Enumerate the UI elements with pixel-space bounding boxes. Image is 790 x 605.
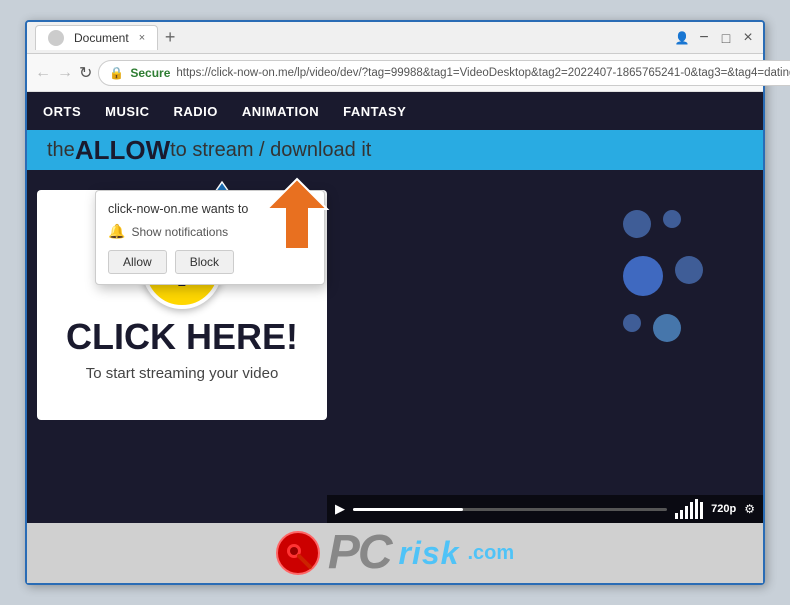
addressbar: ← → ↻ 🔒 Secure https://click-now-on.me/l… [27,54,763,92]
tab-label: Document [74,31,129,45]
user-account-icon[interactable]: 👤 [675,31,689,45]
popup-title: click-now-on.me wants to [108,201,248,217]
vol-bar [675,513,678,519]
com-text: .com [467,542,514,565]
secure-label: Secure [130,66,170,80]
nav-fantasy[interactable]: FANTASY [343,104,406,119]
footer-watermark: PC risk .com [27,523,763,583]
block-btn[interactable]: Block [175,250,234,274]
lock-icon: 🔒 [109,66,124,80]
dot [623,256,663,296]
url-text: https://click-now-on.me/lp/video/dev/?ta… [176,67,790,79]
vol-bar [680,510,683,519]
titlebar: Document × + 👤 − □ × [27,22,763,54]
dot [663,210,681,228]
browser-body: click-now-on.me wants to × 🔔 Show notifi… [27,92,763,583]
video-controls: ▶ 720p ⚙ [327,495,763,523]
minimize-btn[interactable]: − [697,31,711,45]
content-area: ORTS MUSIC RADIO ANIMATION FANTASY the A… [27,92,763,523]
notification-label: Show notifications [131,225,228,239]
address-field[interactable]: 🔒 Secure https://click-now-on.me/lp/vide… [98,60,790,86]
orange-arrow [257,174,337,254]
site-nav: ORTS MUSIC RADIO ANIMATION FANTASY [27,92,763,130]
bell-icon: 🔔 [108,223,125,240]
nav-music[interactable]: MUSIC [105,104,149,119]
pc-text: PC [328,529,391,577]
settings-icon[interactable]: ⚙ [744,502,755,516]
progress-fill [353,508,463,511]
video-dots [623,210,703,342]
video-area: ▶ 720p ⚙ [327,170,763,523]
window-controls: 👤 − □ × [675,31,755,45]
dot [675,256,703,284]
banner-allow-text: ALLOW [75,135,170,166]
banner-prefix: the [47,139,75,162]
progress-bar[interactable] [353,508,667,511]
click-here-text: CLICK HERE! [66,319,298,355]
risk-text: risk [399,535,460,572]
forward-btn[interactable]: → [57,61,73,85]
stream-text: To start streaming your video [86,365,279,382]
allow-btn[interactable]: Allow [108,250,167,274]
site-banner: the ALLOW to stream / download it [27,130,763,170]
vol-bar [685,506,688,519]
quality-label[interactable]: 720p [711,503,736,515]
tab-close-btn[interactable]: × [139,32,145,44]
back-btn[interactable]: ← [35,61,51,85]
dot [623,314,641,332]
nav-sports[interactable]: ORTS [43,104,81,119]
browser-tab[interactable]: Document × [35,25,158,50]
pcrisk-logo [276,531,320,575]
dot [653,314,681,342]
maximize-btn[interactable]: □ [719,31,733,45]
vol-bar [700,502,703,519]
logo-svg [276,531,320,575]
dot [623,210,651,238]
vol-bar [695,499,698,519]
banner-suffix: to stream / download it [170,139,371,162]
close-btn[interactable]: × [741,31,755,45]
nav-animation[interactable]: ANIMATION [242,104,319,119]
tab-favicon [48,30,64,46]
vol-bar [690,502,693,519]
new-tab-btn[interactable]: + [158,26,182,50]
volume-bars [675,499,703,519]
nav-radio[interactable]: RADIO [174,104,218,119]
play-icon[interactable]: ▶ [335,501,345,517]
reload-btn[interactable]: ↻ [79,61,92,85]
